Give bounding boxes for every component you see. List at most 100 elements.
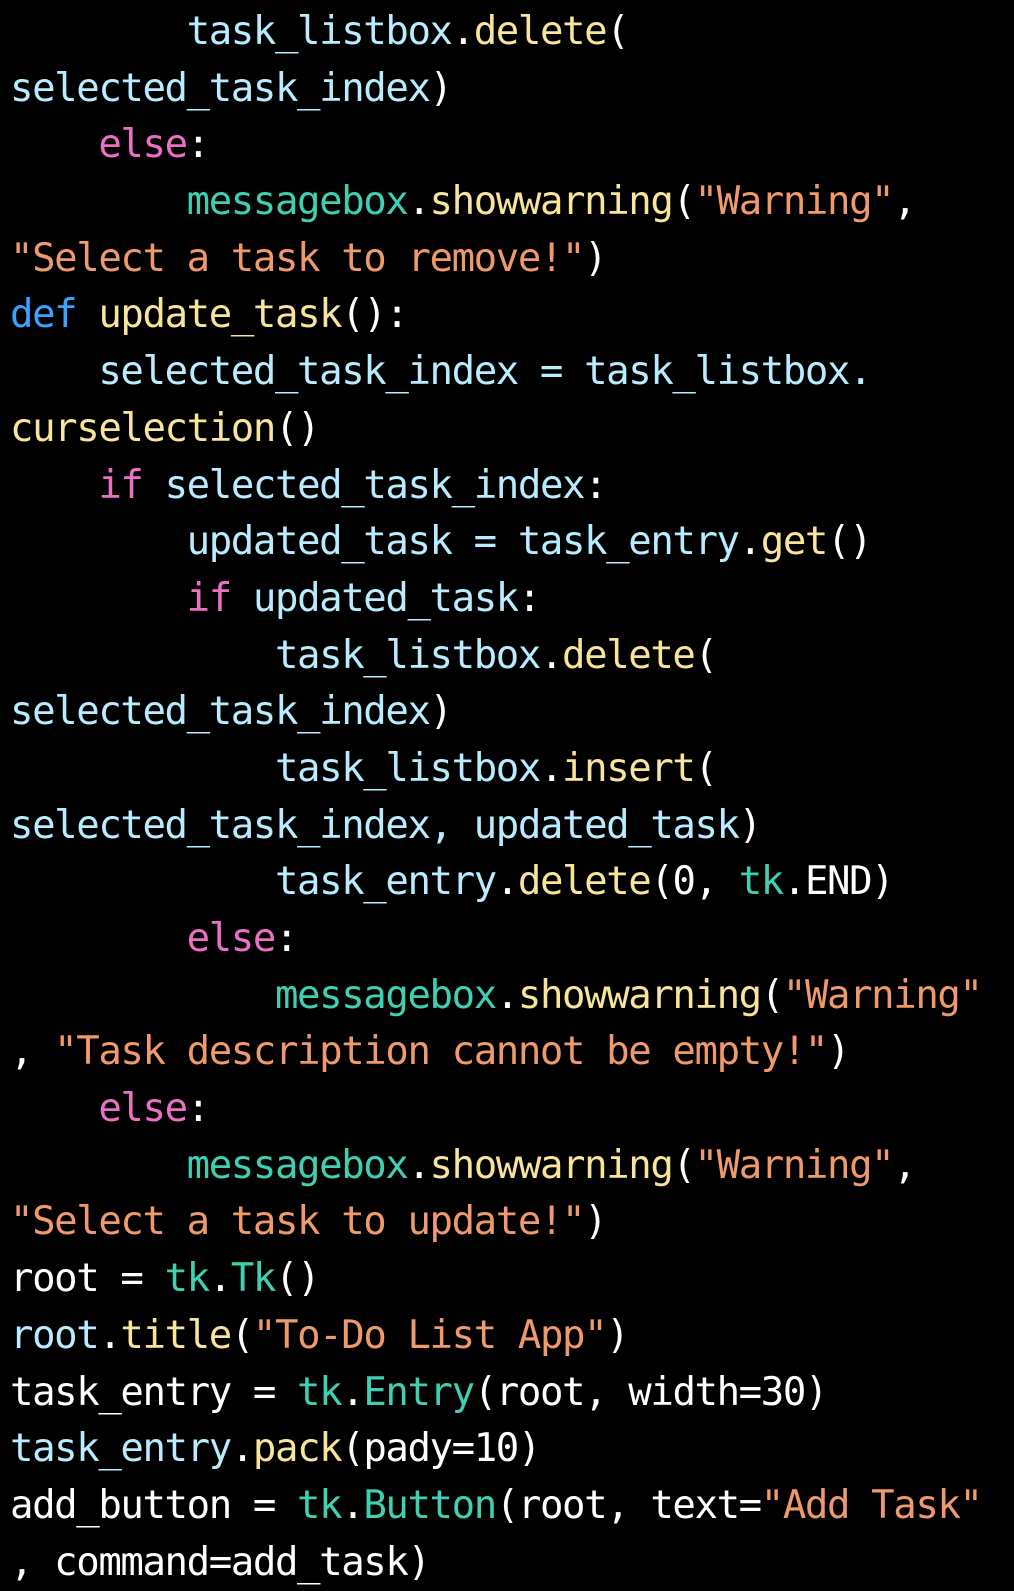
- code-line: def update_task():: [10, 287, 1014, 344]
- code-token: ():: [341, 292, 409, 338]
- code-token: .: [407, 1142, 430, 1188]
- code-token: ,: [893, 179, 916, 225]
- code-token: updated_task: [252, 575, 519, 621]
- code-token: pack: [252, 1426, 343, 1472]
- code-token: "Warning": [694, 179, 895, 225]
- code-token: showwarning: [517, 972, 762, 1018]
- code-token: task_listbox: [274, 632, 541, 678]
- code-token: if: [98, 462, 144, 508]
- code-line: else:: [10, 911, 1014, 968]
- code-token: add_button =: [10, 1482, 298, 1528]
- code-line: messagebox.showwarning("Warning": [10, 968, 1014, 1025]
- code-token: delete: [562, 632, 696, 678]
- code-token: tk: [297, 1369, 343, 1415]
- code-token: (: [760, 972, 784, 1018]
- code-token: .: [451, 9, 475, 54]
- code-token: .: [341, 1482, 364, 1528]
- code-line: updated_task = task_entry.get(): [10, 514, 1014, 571]
- code-token: (: [606, 9, 629, 54]
- code-token: selected_task_index: [164, 462, 586, 508]
- code-token: (: [694, 745, 718, 791]
- code-line: root = tk.Tk(): [10, 1251, 1014, 1308]
- code-token: ): [826, 1029, 850, 1075]
- code-token: if: [186, 575, 233, 621]
- code-token: ): [429, 689, 453, 735]
- code-token: :: [274, 916, 298, 961]
- code-token: get: [760, 519, 829, 565]
- code-token: (): [275, 1256, 321, 1302]
- code-token: "Warning": [694, 1142, 895, 1188]
- code-line: if selected_task_index:: [10, 458, 1014, 515]
- code-token: Entry: [363, 1369, 475, 1415]
- code-token: .: [738, 519, 762, 565]
- code-line: task_entry.pack(pady=10): [10, 1421, 1014, 1478]
- code-token: updated_task = task_entry: [186, 519, 740, 565]
- code-token: .: [539, 745, 563, 791]
- code-line: selected_task_index): [10, 61, 1014, 118]
- code-line: curselection(): [10, 401, 1014, 458]
- code-token: ): [429, 65, 453, 111]
- code-line: , "Task description cannot be empty!"): [10, 1024, 1014, 1081]
- code-token: root: [10, 1312, 100, 1358]
- code-token: messagebox: [186, 1142, 409, 1188]
- code-token: ,: [893, 1142, 916, 1188]
- code-token: root =: [10, 1256, 165, 1302]
- code-token: title: [120, 1312, 232, 1358]
- code-token: tk: [297, 1482, 343, 1528]
- code-token: Button: [363, 1482, 497, 1528]
- code-token: task_entry: [10, 1426, 232, 1472]
- code-token: selected_task_index: [10, 689, 431, 735]
- code-line: add_button = tk.Button(root, text="Add T…: [10, 1478, 1014, 1535]
- code-token: "Select a task to update!": [10, 1199, 585, 1245]
- code-token: showwarning: [429, 1142, 674, 1188]
- code-token: Tk: [230, 1256, 277, 1302]
- code-token: curselection: [10, 405, 276, 451]
- code-token: tk: [738, 859, 785, 905]
- code-line: selected_task_index, updated_task): [10, 798, 1014, 855]
- code-token: delete: [517, 859, 652, 905]
- code-token: (: [672, 179, 695, 225]
- code-token: (: [230, 1312, 254, 1358]
- code-line: task_listbox.delete(: [10, 4, 1014, 61]
- code-token: ): [606, 1312, 629, 1358]
- code-token: .: [98, 1312, 121, 1358]
- code-line: messagebox.showwarning("Warning",: [10, 174, 1014, 231]
- code-token: update_task: [98, 292, 342, 338]
- code-line: "Select a task to remove!"): [10, 231, 1014, 288]
- code-line: "Select a task to update!"): [10, 1194, 1014, 1251]
- code-token: tk: [164, 1256, 211, 1302]
- code-token: :: [186, 122, 210, 168]
- code-token: showwarning: [429, 179, 674, 225]
- code-line: else:: [10, 117, 1014, 174]
- code-token: (pady=10): [341, 1426, 541, 1472]
- code-token: "Warning": [782, 972, 983, 1018]
- code-token: , command=add_task): [10, 1539, 431, 1585]
- code-token: (0,: [650, 859, 739, 905]
- code-line: , command=add_task): [10, 1535, 1014, 1591]
- code-token: "Add Task": [760, 1482, 983, 1528]
- code-token: selected_task_index, updated_task: [10, 802, 740, 848]
- code-token: .: [341, 1369, 364, 1415]
- code-token: selected_task_index = task_listbox.: [98, 349, 872, 395]
- code-token: .: [495, 972, 519, 1018]
- code-token: task_entry: [274, 859, 497, 905]
- code-line: task_listbox.delete(: [10, 628, 1014, 685]
- code-token: task_entry =: [10, 1369, 298, 1415]
- code-token: ): [584, 1199, 607, 1245]
- code-token: else: [98, 122, 188, 168]
- code-token: :: [584, 462, 607, 508]
- code-token: (root, width=30): [473, 1369, 829, 1415]
- code-token: (: [694, 632, 718, 678]
